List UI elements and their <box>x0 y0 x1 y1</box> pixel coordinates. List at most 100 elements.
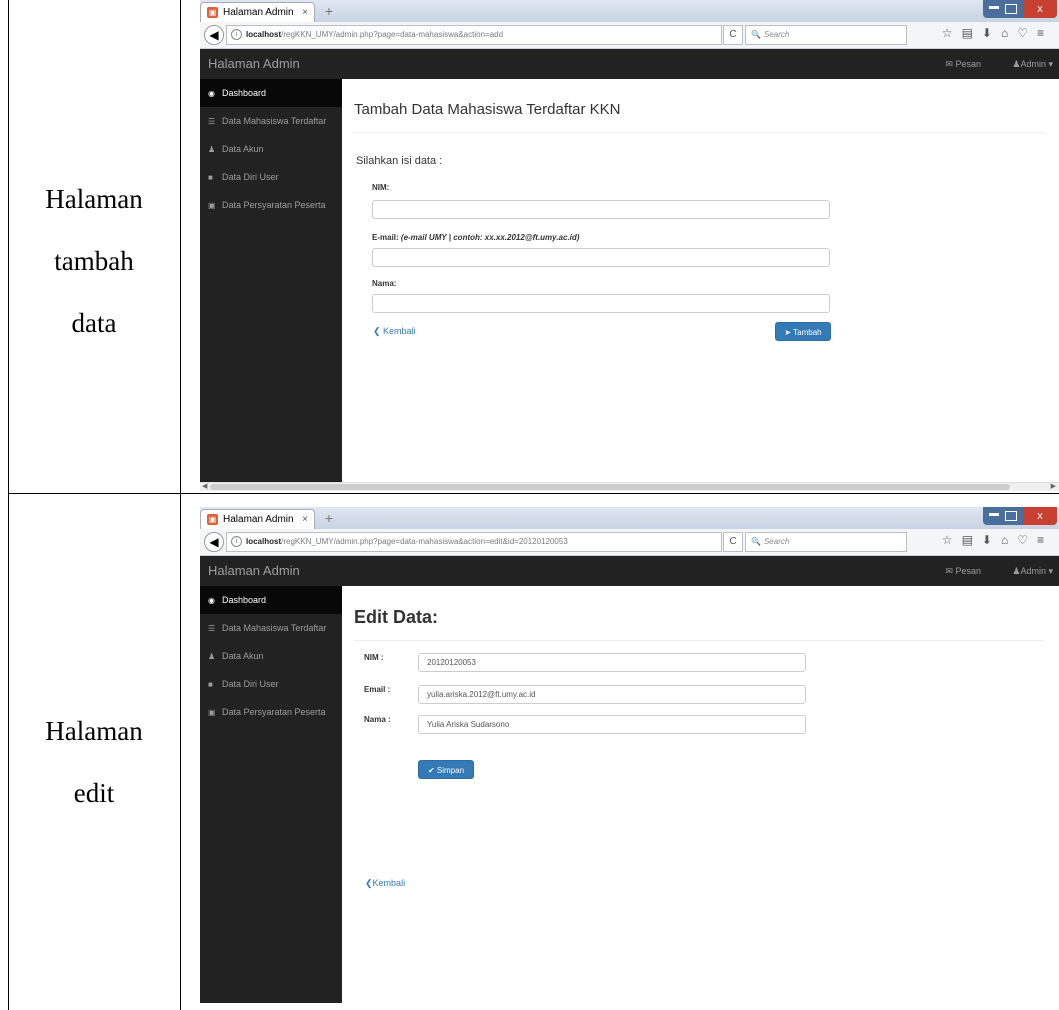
email-input[interactable]: yulia.ariska.2012@ft.umy.ac.id <box>418 685 806 704</box>
email-input[interactable] <box>372 248 830 267</box>
scroll-right-icon[interactable]: ▶ <box>1051 482 1056 490</box>
tab-close-icon[interactable]: × <box>302 3 308 23</box>
minimize-icon[interactable] <box>989 513 999 516</box>
download-icon[interactable]: ⬇ <box>982 533 1001 547</box>
maximize-icon[interactable] <box>1005 511 1017 521</box>
favicon-icon: ▣ <box>207 514 218 525</box>
url-host: localhost <box>246 537 282 546</box>
caption-line: edit <box>73 778 115 808</box>
window-controls: x <box>983 0 1057 18</box>
toolbar-icons: ☆▤⬇⌂♡≡ <box>942 26 1053 44</box>
sidebar-item-data-akun[interactable]: ♟ Data Akun <box>200 135 342 163</box>
back-label: Kembali <box>383 326 416 336</box>
simpan-button[interactable]: ✔ Simpan <box>418 760 474 779</box>
search-input[interactable]: 🔍 Search <box>745 532 907 552</box>
back-link[interactable]: ❮ Kembali <box>373 326 416 337</box>
nim-input[interactable] <box>372 200 830 219</box>
sidebar-item-data-mahasiswa[interactable]: ☰ Data Mahasiswa Terdaftar <box>200 107 342 135</box>
back-arrow-icon[interactable]: ◀ <box>204 25 224 45</box>
pocket-icon[interactable]: ♡ <box>1017 533 1037 547</box>
reload-icon[interactable]: C <box>723 25 743 45</box>
maximize-icon[interactable] <box>1005 4 1017 14</box>
back-label: Kembali <box>372 878 406 888</box>
sidebar-item-data-persyaratan[interactable]: ▣ Data Persyaratan Peserta <box>200 191 342 219</box>
brand-title[interactable]: Halaman Admin <box>208 556 300 586</box>
browser-toolbar: ◀ i localhost/regKKN_UMY/admin.php?page=d… <box>200 22 1059 49</box>
address-bar[interactable]: i localhost/regKKN_UMY/admin.php?page=dat… <box>226 532 722 552</box>
simpan-label: Simpan <box>436 766 465 775</box>
tambah-label: Tambah <box>793 328 822 337</box>
tab-close-icon[interactable]: × <box>302 510 308 530</box>
main-content: Tambah Data Mahasiswa Terdaftar KKN Sila… <box>342 79 1059 482</box>
sidebar-item-label: Data Mahasiswa Terdaftar <box>222 116 327 126</box>
folder-icon: ■ <box>208 173 213 182</box>
caption-line: Halaman <box>45 184 143 214</box>
download-icon[interactable]: ⬇ <box>982 26 1001 40</box>
search-input[interactable]: 🔍 Search <box>745 25 907 45</box>
bookmarks-list-icon[interactable]: ▤ <box>962 26 982 40</box>
nim-input[interactable]: 20120120053 <box>418 653 806 672</box>
admin-dropdown[interactable]: ♟Admin ▾ <box>1012 556 1053 586</box>
new-tab-icon[interactable]: + <box>320 2 338 20</box>
url-host: localhost <box>246 30 282 39</box>
envelope-icon: ✉ <box>945 59 956 69</box>
email-label: Email : <box>364 685 391 694</box>
home-icon[interactable]: ⌂ <box>1001 26 1017 40</box>
nama-input[interactable] <box>372 294 830 313</box>
back-link[interactable]: ❮Kembali <box>365 878 405 889</box>
caption-line: tambah <box>54 246 134 276</box>
new-tab-icon[interactable]: + <box>320 509 338 527</box>
admin-dropdown[interactable]: ♟Admin ▾ <box>1012 49 1053 79</box>
tambah-button[interactable]: ➤ Tambah <box>775 322 831 341</box>
email-label-text: E-mail: <box>372 233 399 242</box>
scroll-left-icon[interactable]: ◀ <box>202 482 207 490</box>
sidebar-item-dashboard[interactable]: ◉ Dashboard <box>200 79 342 107</box>
back-arrow-icon[interactable]: ◀ <box>204 532 224 552</box>
sidebar-item-label: Data Akun <box>222 144 264 154</box>
horizontal-scrollbar[interactable]: ◀ ▶ <box>200 482 1059 491</box>
picture-icon: ▣ <box>208 201 216 210</box>
sidebar-item-label: Data Diri User <box>222 172 279 182</box>
nama-input[interactable]: Yulia Ariska Sudarsono <box>418 715 806 734</box>
pesan-label: Pesan <box>955 59 981 69</box>
sidebar-item-data-persyaratan[interactable]: ▣ Data Persyaratan Peserta <box>200 698 342 726</box>
menu-icon[interactable]: ≡ <box>1037 533 1053 547</box>
main-content: Edit Data: NIM : 20120120053 Email : yul… <box>342 586 1059 1003</box>
home-icon[interactable]: ⌂ <box>1001 533 1017 547</box>
sidebar-item-label: Dashboard <box>222 595 267 605</box>
browser-window-edit: ▣ Halaman Admin × + x ◀ i localhost/regKK… <box>200 507 1059 1003</box>
sidebar-item-data-akun[interactable]: ♟ Data Akun <box>200 642 342 670</box>
chevron-left-icon: ❮ <box>365 878 373 888</box>
browser-tab[interactable]: ▣ Halaman Admin × <box>200 2 315 23</box>
browser-window-tambah: ▣ Halaman Admin × + x ◀ i localhost/regKK… <box>200 0 1059 491</box>
pocket-icon[interactable]: ♡ <box>1017 26 1037 40</box>
checkmark-icon: ✔ <box>427 766 437 775</box>
window-close-icon[interactable]: x <box>1023 0 1057 18</box>
browser-tab[interactable]: ▣ Halaman Admin × <box>200 509 315 530</box>
minimize-icon[interactable] <box>989 6 999 9</box>
nama-label: Nama: <box>372 279 397 288</box>
app-navbar: Halaman Admin ✉ Pesan ♟Admin ▾ <box>200 49 1059 79</box>
address-bar[interactable]: i localhost/regKKN_UMY/admin.php?page=dat… <box>226 25 722 45</box>
title-divider <box>354 640 1044 641</box>
reload-icon[interactable]: C <box>723 532 743 552</box>
app-navbar: Halaman Admin ✉ Pesan ♟Admin ▾ <box>200 556 1059 586</box>
info-icon: i <box>231 29 242 41</box>
sidebar-item-data-mahasiswa[interactable]: ☰ Data Mahasiswa Terdaftar <box>200 614 342 642</box>
sidebar-item-dashboard[interactable]: ◉ Dashboard <box>200 586 342 614</box>
page-title: Edit Data: <box>354 607 439 627</box>
search-placeholder: Search <box>763 30 790 39</box>
menu-icon[interactable]: ≡ <box>1037 26 1053 40</box>
pesan-link[interactable]: ✉ Pesan <box>945 556 981 586</box>
window-close-icon[interactable]: x <box>1023 507 1057 525</box>
brand-title[interactable]: Halaman Admin <box>208 49 300 79</box>
pesan-link[interactable]: ✉ Pesan <box>945 49 981 79</box>
list-icon: ☰ <box>208 117 216 126</box>
bookmarks-list-icon[interactable]: ▤ <box>962 533 982 547</box>
sidebar-item-data-diri[interactable]: ■ Data Diri User <box>200 163 342 191</box>
bookmark-star-icon[interactable]: ☆ <box>942 533 962 547</box>
scrollbar-thumb[interactable] <box>210 484 1010 490</box>
sidebar-item-data-diri[interactable]: ■ Data Diri User <box>200 670 342 698</box>
table-divider-vertical <box>180 0 181 1010</box>
bookmark-star-icon[interactable]: ☆ <box>942 26 962 40</box>
